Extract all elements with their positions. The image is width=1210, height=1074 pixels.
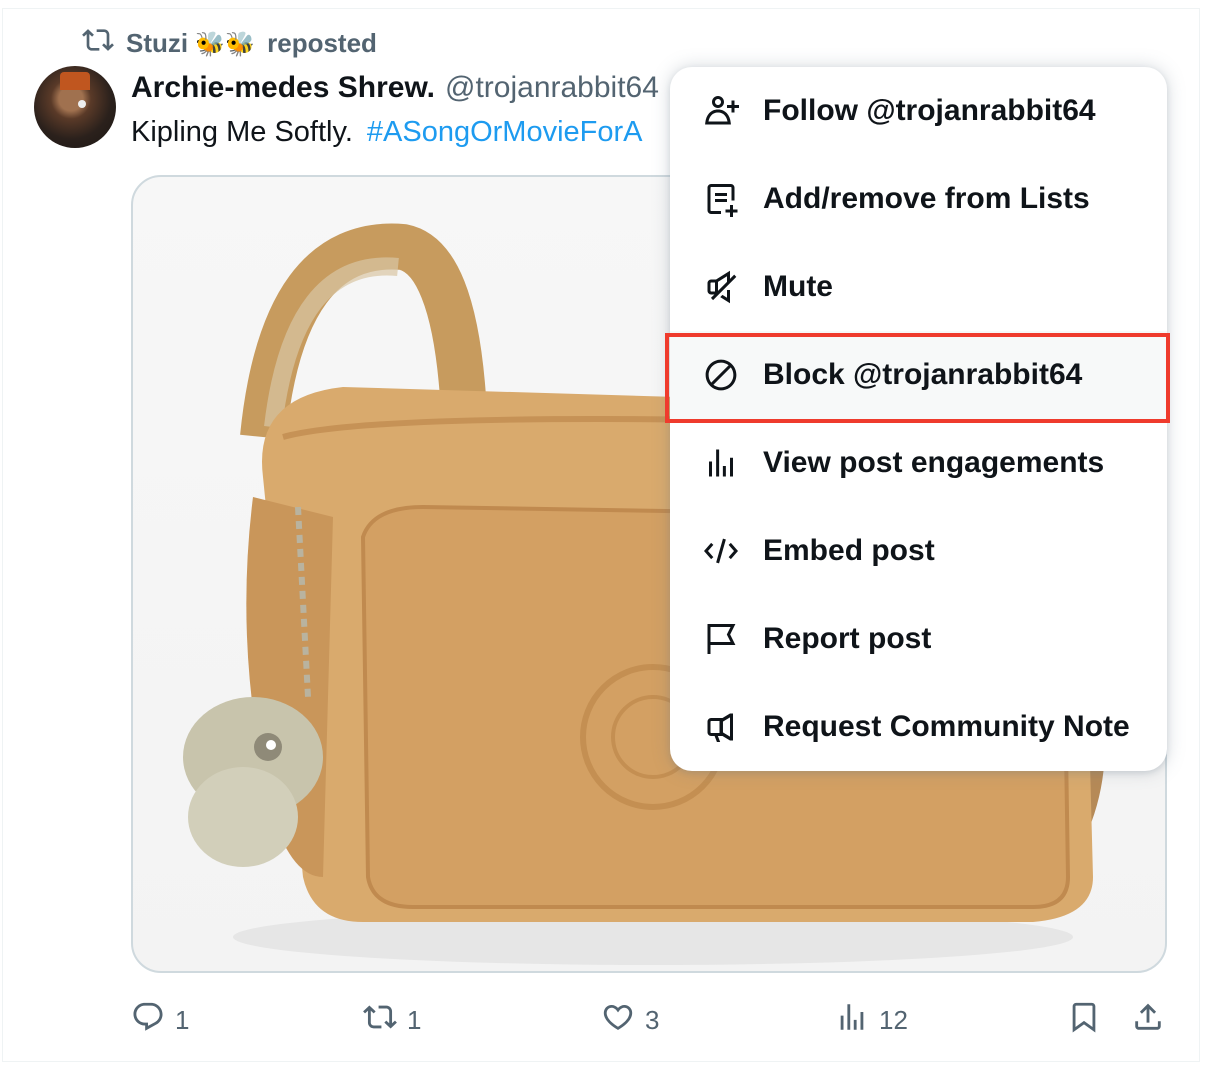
repost-action-icon	[363, 1000, 397, 1041]
bookmark-icon	[1067, 1000, 1101, 1041]
code-embed-icon	[703, 533, 739, 569]
flag-icon	[703, 621, 739, 657]
post-options-menu: Follow @trojanrabbit64 Add/remove from L…	[670, 67, 1167, 771]
block-icon	[703, 357, 739, 393]
menu-item-embed-label: Embed post	[763, 534, 935, 567]
menu-item-report-label: Report post	[763, 622, 932, 655]
menu-item-lists[interactable]: Add/remove from Lists	[670, 155, 1167, 243]
menu-item-follow-label: Follow @trojanrabbit64	[763, 94, 1096, 127]
repost-icon	[82, 24, 114, 63]
author-avatar[interactable]	[34, 66, 116, 148]
bookmark-button[interactable]	[1067, 995, 1101, 1045]
menu-item-follow[interactable]: Follow @trojanrabbit64	[670, 67, 1167, 155]
menu-item-block[interactable]: Block @trojanrabbit64	[670, 331, 1167, 419]
hashtag-link[interactable]: #ASongOrMovieForA	[367, 116, 643, 149]
tweet-body: Kipling Me Softly.	[131, 115, 353, 148]
share-button[interactable]	[1131, 995, 1165, 1045]
menu-item-lists-label: Add/remove from Lists	[763, 182, 1090, 215]
author-handle[interactable]: @trojanrabbit64	[445, 71, 659, 105]
mute-speaker-icon	[703, 269, 739, 305]
share-upload-icon	[1131, 1000, 1165, 1041]
reposter-name-text[interactable]: Stuzi	[126, 28, 188, 58]
views-chart-icon	[835, 1000, 869, 1041]
menu-item-engagements[interactable]: View post engagements	[670, 419, 1167, 507]
menu-item-mute[interactable]: Mute	[670, 243, 1167, 331]
list-add-icon	[703, 181, 739, 217]
tweet-text: Kipling Me Softly. #ASongOrMovieForA	[131, 112, 643, 152]
follow-user-icon	[703, 93, 739, 129]
repost-count: 1	[407, 1004, 422, 1035]
menu-item-embed[interactable]: Embed post	[670, 507, 1167, 595]
menu-item-block-label: Block @trojanrabbit64	[763, 358, 1083, 391]
megaphone-icon	[703, 709, 739, 745]
bee-emoji: 🐝🐝	[195, 30, 256, 58]
views-button[interactable]: 12	[835, 995, 908, 1045]
repost-context: Stuzi 🐝🐝 reposted	[82, 26, 377, 60]
engagements-chart-icon	[703, 445, 739, 481]
menu-item-community-note[interactable]: Request Community Note	[670, 683, 1167, 771]
reply-icon	[131, 1000, 165, 1041]
menu-item-report[interactable]: Report post	[670, 595, 1167, 683]
menu-item-community-note-label: Request Community Note	[763, 710, 1130, 743]
author-name[interactable]: Archie-medes Shrew.	[131, 71, 435, 105]
like-count: 3	[645, 1004, 660, 1035]
reposter-name[interactable]: Stuzi 🐝🐝	[126, 28, 255, 59]
reply-count: 1	[175, 1004, 190, 1035]
menu-item-mute-label: Mute	[763, 270, 833, 303]
author-line: Archie-medes Shrew. @trojanrabbit64	[131, 68, 659, 108]
tweet-action-bar: 1 1 3 12	[131, 995, 1171, 1045]
heart-icon	[601, 1000, 635, 1041]
reply-button[interactable]: 1	[131, 995, 189, 1045]
menu-item-engagements-label: View post engagements	[763, 446, 1105, 479]
repost-button[interactable]: 1	[363, 995, 421, 1045]
reposted-label: reposted	[267, 27, 377, 58]
like-button[interactable]: 3	[601, 995, 659, 1045]
views-count: 12	[879, 1004, 908, 1035]
